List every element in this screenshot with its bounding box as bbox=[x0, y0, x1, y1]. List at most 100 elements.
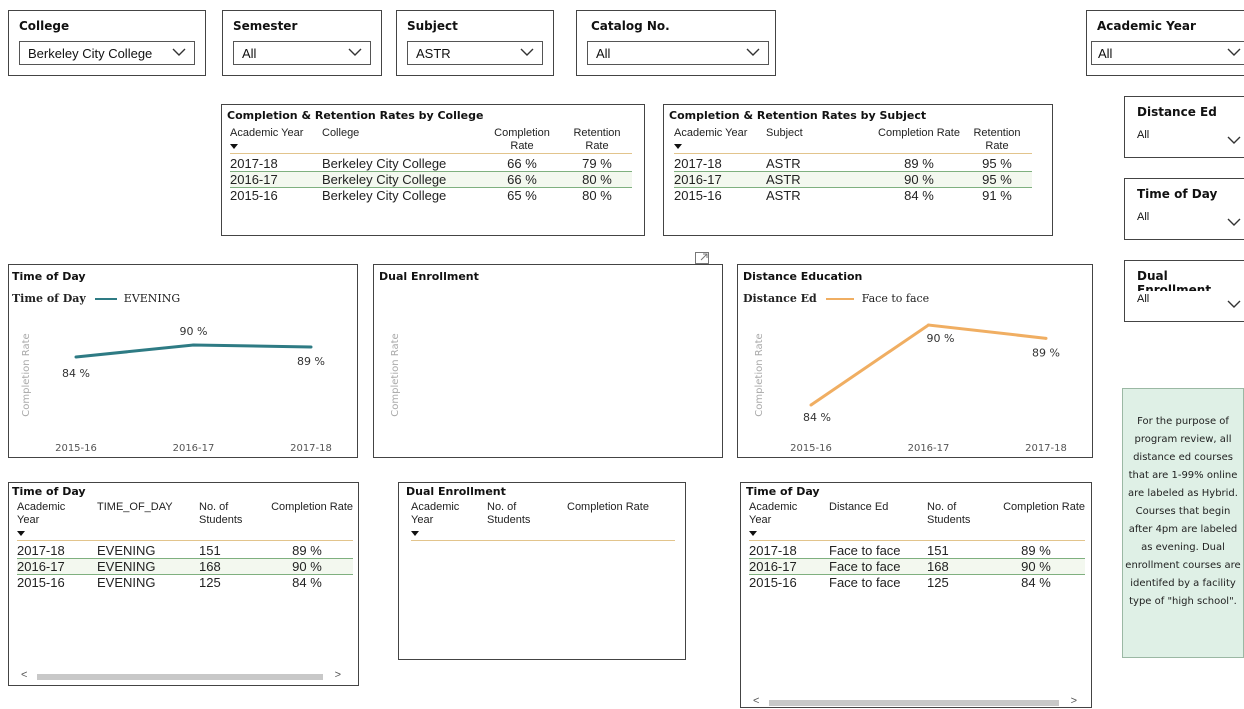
slicer-title: Subject bbox=[407, 19, 458, 33]
distance-education-chart: Distance Education Distance Ed Face to f… bbox=[737, 264, 1093, 458]
table-row[interactable]: 2016-17 Face to face 168 90 % bbox=[749, 558, 1085, 575]
table-row[interactable]: 2015-16 EVENING 125 84 % bbox=[17, 575, 353, 590]
chevron-down-icon bbox=[1227, 300, 1241, 308]
column-header[interactable]: Completion Rate bbox=[987, 501, 1085, 541]
chevron-down-icon bbox=[1227, 136, 1241, 144]
expand-icon[interactable] bbox=[695, 252, 709, 264]
data-point bbox=[192, 343, 195, 347]
table-row[interactable]: 2017-18 Face to face 151 89 % bbox=[749, 543, 1085, 559]
dropdown-value: All bbox=[242, 46, 257, 61]
column-header[interactable]: Retention Rate bbox=[962, 127, 1032, 154]
dual-enrollment-chart: Dual Enrollment Completion Rate bbox=[373, 264, 723, 458]
slicer-title: Time of Day bbox=[1137, 187, 1218, 201]
chevron-down-icon bbox=[1227, 218, 1241, 226]
column-header[interactable]: No. of Students bbox=[487, 501, 567, 541]
subject-table: Academic Year Subject Completion Rate Re… bbox=[674, 127, 1032, 203]
dropdown-value: All bbox=[1137, 293, 1150, 305]
distance-ed-table: Time of Day Academic Year Distance Ed No… bbox=[740, 482, 1092, 708]
distance-ed-slicer: Distance Ed All bbox=[1124, 96, 1244, 158]
table-row[interactable]: 2017-18 ASTR 89 % 95 % bbox=[674, 156, 1032, 172]
dual-table: Academic Year No. of Students Completion… bbox=[411, 501, 675, 543]
column-header[interactable]: Academic Year bbox=[674, 127, 766, 154]
column-header[interactable]: No. of Students bbox=[927, 501, 987, 541]
slicer-title: College bbox=[19, 19, 70, 33]
scrollbar-thumb[interactable] bbox=[769, 700, 1059, 706]
chevron-down-icon bbox=[172, 48, 186, 56]
table-row[interactable]: 2015-16 Berkeley City College 65 % 80 % bbox=[230, 188, 632, 203]
table-row[interactable]: 2015-16 Face to face 125 84 % bbox=[749, 575, 1085, 590]
college-table: Academic Year College Completion Rate Re… bbox=[230, 127, 632, 203]
subject-slicer: Subject ASTR bbox=[396, 10, 554, 76]
table-row[interactable]: 2015-16 ASTR 84 % 91 % bbox=[674, 188, 1032, 203]
line-chart: Completion Rate bbox=[390, 333, 401, 416]
sort-desc-icon bbox=[17, 531, 25, 536]
dropdown-value: Berkeley City College bbox=[28, 46, 153, 61]
catalog-dropdown[interactable]: All bbox=[587, 41, 769, 65]
column-header[interactable]: Completion Rate bbox=[482, 127, 562, 154]
visual-title: Dual Enrollment bbox=[406, 485, 506, 498]
visual-title: Completion & Retention Rates by Subject bbox=[669, 109, 927, 122]
time-table: Academic Year TIME_OF_DAY No. of Student… bbox=[17, 501, 353, 590]
rates-by-college-table: Completion & Retention Rates by College … bbox=[221, 104, 645, 236]
dual-enrollment-table: Dual Enrollment Academic Year No. of Stu… bbox=[398, 482, 686, 660]
academic-year-dropdown[interactable]: All bbox=[1091, 41, 1244, 65]
data-label: 89 % bbox=[1032, 346, 1060, 359]
column-header[interactable]: TIME_OF_DAY bbox=[97, 501, 199, 541]
dual-enrollment-slicer: Dual Enrollment All bbox=[1124, 260, 1244, 322]
data-point bbox=[927, 323, 930, 327]
table-row[interactable]: 2016-17 EVENING 168 90 % bbox=[17, 558, 353, 575]
series-line bbox=[75, 343, 312, 359]
table-row[interactable]: 2017-18 Berkeley City College 66 % 79 % bbox=[230, 156, 632, 172]
dropdown-value: All bbox=[1098, 46, 1113, 61]
scroll-left-arrow[interactable]: < bbox=[753, 695, 759, 707]
horizontal-scrollbar[interactable]: < > bbox=[751, 695, 1081, 709]
semester-slicer: Semester All bbox=[222, 10, 382, 76]
column-header[interactable]: Completion Rate bbox=[876, 127, 962, 154]
column-header[interactable]: Academic Year bbox=[749, 501, 829, 541]
scrollbar-thumb[interactable] bbox=[37, 674, 323, 680]
column-header[interactable]: Completion Rate bbox=[567, 501, 675, 541]
scroll-right-arrow[interactable]: > bbox=[335, 669, 341, 681]
chevron-down-icon bbox=[348, 48, 362, 56]
visual-title: Time of Day bbox=[746, 485, 820, 498]
distance-ed-dropdown[interactable]: All bbox=[1137, 127, 1244, 149]
x-tick-label: 2016-17 bbox=[173, 443, 215, 454]
y-axis-title: Completion Rate bbox=[754, 333, 765, 416]
column-header[interactable]: No. of Students bbox=[199, 501, 261, 541]
x-tick-label: 2017-18 bbox=[1025, 443, 1067, 454]
dropdown-value: All bbox=[1137, 129, 1150, 141]
horizontal-scrollbar[interactable]: < > bbox=[19, 669, 345, 683]
table-row[interactable]: 2016-17 ASTR 90 % 95 % bbox=[674, 171, 1032, 188]
data-label: 90 % bbox=[927, 332, 955, 345]
table-row[interactable]: 2017-18 EVENING 151 89 % bbox=[17, 543, 353, 559]
dual-enrollment-dropdown[interactable]: All bbox=[1137, 291, 1244, 313]
x-tick-label: 2015-16 bbox=[790, 443, 832, 454]
slicer-title: Academic Year bbox=[1097, 19, 1196, 33]
catalog-slicer: Catalog No. All bbox=[576, 10, 776, 76]
college-dropdown[interactable]: Berkeley City College bbox=[19, 41, 195, 65]
data-label: 89 % bbox=[297, 355, 325, 368]
column-header[interactable]: Distance Ed bbox=[829, 501, 927, 541]
college-slicer: College Berkeley City College bbox=[8, 10, 206, 76]
column-header[interactable]: Completion Rate bbox=[261, 501, 353, 541]
column-header[interactable]: Retention Rate bbox=[562, 127, 632, 154]
academic-year-slicer: Academic Year All bbox=[1086, 10, 1244, 76]
slicer-title: Distance Ed bbox=[1137, 105, 1217, 119]
column-header[interactable]: Academic Year bbox=[411, 501, 487, 541]
scroll-left-arrow[interactable]: < bbox=[21, 669, 27, 681]
table-row[interactable]: 2016-17 Berkeley City College 66 % 80 % bbox=[230, 171, 632, 188]
visual-title: Time of Day bbox=[12, 485, 86, 498]
column-header[interactable]: Subject bbox=[766, 127, 876, 154]
x-tick-label: 2016-17 bbox=[908, 443, 950, 454]
semester-dropdown[interactable]: All bbox=[233, 41, 371, 65]
chevron-down-icon bbox=[746, 48, 760, 56]
info-note: For the purpose of program review, all d… bbox=[1122, 388, 1244, 658]
column-header[interactable]: Academic Year bbox=[230, 127, 322, 154]
x-tick-label: 2017-18 bbox=[290, 443, 332, 454]
time-of-day-dropdown[interactable]: All bbox=[1137, 209, 1244, 231]
column-header[interactable]: College bbox=[322, 127, 482, 154]
column-header[interactable]: Academic Year bbox=[17, 501, 97, 541]
scroll-right-arrow[interactable]: > bbox=[1071, 695, 1077, 707]
sort-desc-icon bbox=[749, 531, 757, 536]
subject-dropdown[interactable]: ASTR bbox=[407, 41, 543, 65]
